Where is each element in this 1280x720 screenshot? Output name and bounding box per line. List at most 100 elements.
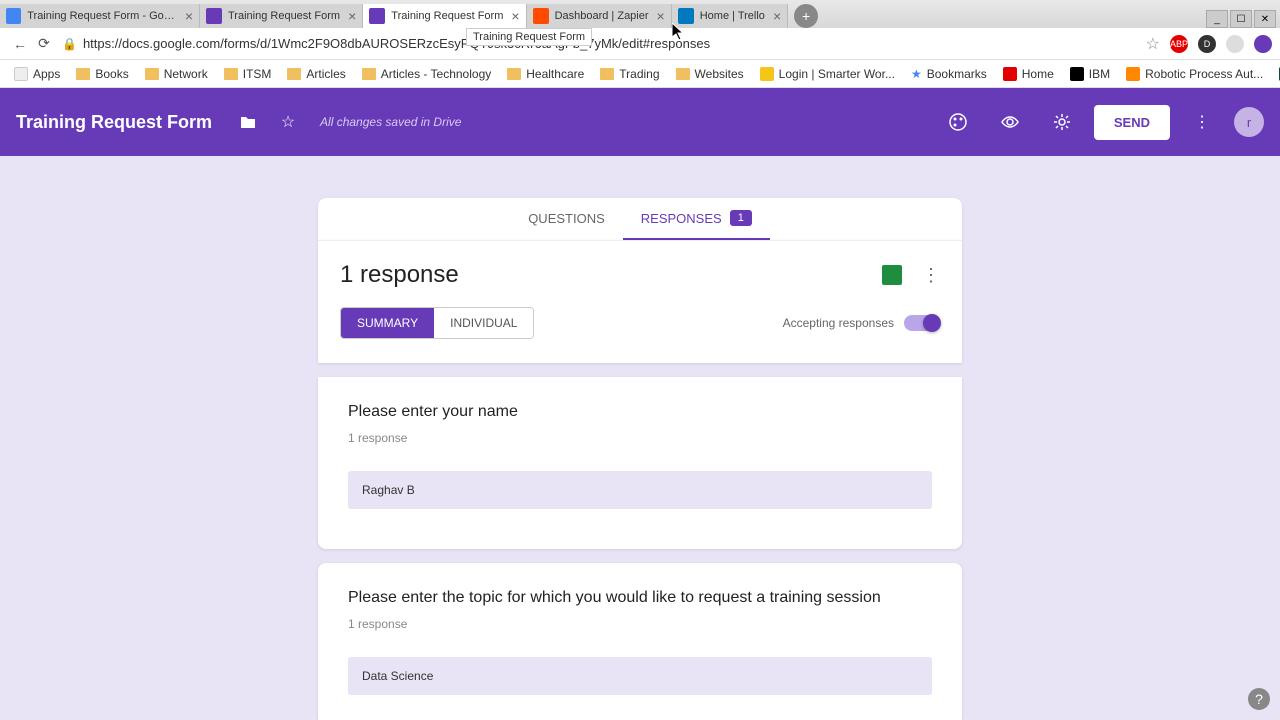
tab-tooltip: Training Request Form xyxy=(466,28,592,46)
bookmark-item[interactable]: Articles xyxy=(281,65,351,83)
bookmark-item[interactable]: ITSM xyxy=(218,65,278,83)
settings-icon[interactable] xyxy=(1050,110,1074,134)
accepting-toggle[interactable] xyxy=(904,315,940,331)
tab-title: Training Request Form xyxy=(228,10,340,22)
site-icon xyxy=(1126,67,1140,81)
browser-tab-active[interactable]: Training Request Form × xyxy=(363,4,526,28)
bookmark-item[interactable]: Login | Smarter Wor... xyxy=(754,65,901,83)
close-icon[interactable]: × xyxy=(649,8,665,24)
preview-icon[interactable] xyxy=(998,110,1022,134)
more-icon[interactable]: ⋮ xyxy=(922,265,940,286)
bookmark-item[interactable]: IBM xyxy=(1064,65,1116,83)
minimize-button[interactable]: _ xyxy=(1206,10,1228,28)
bookmark-item[interactable]: Books xyxy=(70,65,134,83)
sheets-icon[interactable] xyxy=(882,265,902,285)
summary-tab[interactable]: SUMMARY xyxy=(341,308,434,338)
address-bar: ← ⟳ 🔒 https://docs.google.com/forms/d/1W… xyxy=(0,28,1280,60)
tab-title: Home | Trello xyxy=(700,10,765,22)
bookmark-item[interactable]: Trading xyxy=(594,65,665,83)
save-status: All changes saved in Drive xyxy=(320,115,461,129)
bookmark-item[interactable]: Robotic Process Aut... xyxy=(1120,65,1269,83)
browser-tab[interactable]: Training Request Form × xyxy=(200,4,363,28)
maximize-button[interactable]: ☐ xyxy=(1230,10,1252,28)
folder-icon xyxy=(224,68,238,80)
responses-header-card: 1 response ⋮ SUMMARY INDIVIDUAL Acceptin… xyxy=(318,240,962,363)
folder-icon xyxy=(362,68,376,80)
favicon-icon xyxy=(206,8,222,24)
close-icon[interactable]: × xyxy=(765,8,781,24)
folder-icon xyxy=(287,68,301,80)
window-controls: _ ☐ ✕ xyxy=(1206,10,1280,28)
question-card: Please enter the topic for which you wou… xyxy=(318,563,962,720)
site-icon xyxy=(760,67,774,81)
apps-icon xyxy=(14,67,28,81)
close-icon[interactable]: × xyxy=(340,8,356,24)
folder-icon xyxy=(76,68,90,80)
tab-responses[interactable]: RESPONSES 1 xyxy=(623,198,770,240)
help-button[interactable]: ? xyxy=(1248,688,1270,710)
url-text[interactable]: https://docs.google.com/forms/d/1Wmc2F9O… xyxy=(83,36,1146,51)
bookmark-item[interactable]: Articles - Technology xyxy=(356,65,498,83)
browser-tab[interactable]: Home | Trello × xyxy=(672,4,788,28)
answer-value: Raghav B xyxy=(348,471,932,509)
folder-icon[interactable] xyxy=(236,110,260,134)
question-sub: 1 response xyxy=(348,431,932,445)
tab-title: Training Request Form - Google xyxy=(27,10,177,22)
individual-tab[interactable]: INDIVIDUAL xyxy=(434,308,533,338)
favicon-icon xyxy=(678,8,694,24)
close-icon[interactable]: × xyxy=(177,8,193,24)
new-tab-button[interactable]: + xyxy=(794,4,818,28)
switch-thumb xyxy=(923,314,941,332)
abp-icon[interactable]: ABP xyxy=(1170,35,1188,53)
tab-questions[interactable]: QUESTIONS xyxy=(510,198,623,240)
form-tabs-card: QUESTIONS RESPONSES 1 xyxy=(318,198,962,240)
form-canvas: QUESTIONS RESPONSES 1 1 response ⋮ SUMMA… xyxy=(0,156,1280,720)
folder-icon xyxy=(507,68,521,80)
avatar[interactable]: r xyxy=(1234,107,1264,137)
folder-icon xyxy=(676,68,690,80)
star-icon: ★ xyxy=(911,67,922,81)
more-icon[interactable]: ⋮ xyxy=(1190,110,1214,134)
site-icon xyxy=(1003,67,1017,81)
reload-button[interactable]: ⟳ xyxy=(32,32,56,56)
bookmark-item[interactable]: Home xyxy=(997,65,1060,83)
browser-tab[interactable]: Dashboard | Zapier × xyxy=(527,4,672,28)
bookmark-item[interactable]: Healthcare xyxy=(501,65,590,83)
star-icon[interactable]: ☆ xyxy=(276,110,300,134)
profile-icon[interactable] xyxy=(1254,35,1272,53)
back-button[interactable]: ← xyxy=(8,32,32,56)
close-icon[interactable]: × xyxy=(503,8,519,24)
bookmark-item[interactable]: Django Community xyxy=(1273,65,1280,83)
favicon-icon xyxy=(6,8,21,24)
favicon-icon xyxy=(369,8,385,24)
bookmark-item[interactable]: ★Bookmarks xyxy=(905,65,993,83)
star-icon[interactable]: ☆ xyxy=(1146,34,1160,54)
tab-responses-label: RESPONSES xyxy=(641,211,722,226)
bookmarks-bar: Apps Books Network ITSM Articles Article… xyxy=(0,60,1280,88)
tab-title: Training Request Form xyxy=(391,10,503,22)
lock-icon: 🔒 xyxy=(62,37,77,51)
close-window-button[interactable]: ✕ xyxy=(1254,10,1276,28)
form-title[interactable]: Training Request Form xyxy=(16,112,212,133)
answer-value: Data Science xyxy=(348,657,932,695)
bookmark-item[interactable]: Network xyxy=(139,65,214,83)
bookmark-apps[interactable]: Apps xyxy=(8,65,66,83)
question-title: Please enter your name xyxy=(348,403,932,421)
palette-icon[interactable] xyxy=(946,110,970,134)
folder-icon xyxy=(600,68,614,80)
ext-icon[interactable]: D xyxy=(1198,35,1216,53)
browser-tab[interactable]: Training Request Form - Google × xyxy=(0,4,200,28)
bookmark-item[interactable]: Websites xyxy=(670,65,750,83)
tab-title: Dashboard | Zapier xyxy=(555,10,649,22)
question-title: Please enter the topic for which you wou… xyxy=(348,589,932,607)
forms-header: Training Request Form ☆ All changes save… xyxy=(0,88,1280,156)
accepting-label: Accepting responses xyxy=(783,316,894,330)
responses-count: 1 response xyxy=(340,261,882,289)
browser-tab-strip: Training Request Form - Google × Trainin… xyxy=(0,0,1280,28)
send-button[interactable]: SEND xyxy=(1094,105,1170,140)
cursor-icon xyxy=(672,23,686,41)
folder-icon xyxy=(145,68,159,80)
responses-badge: 1 xyxy=(730,210,752,226)
view-toggle: SUMMARY INDIVIDUAL xyxy=(340,307,534,339)
ext-icon[interactable] xyxy=(1226,35,1244,53)
